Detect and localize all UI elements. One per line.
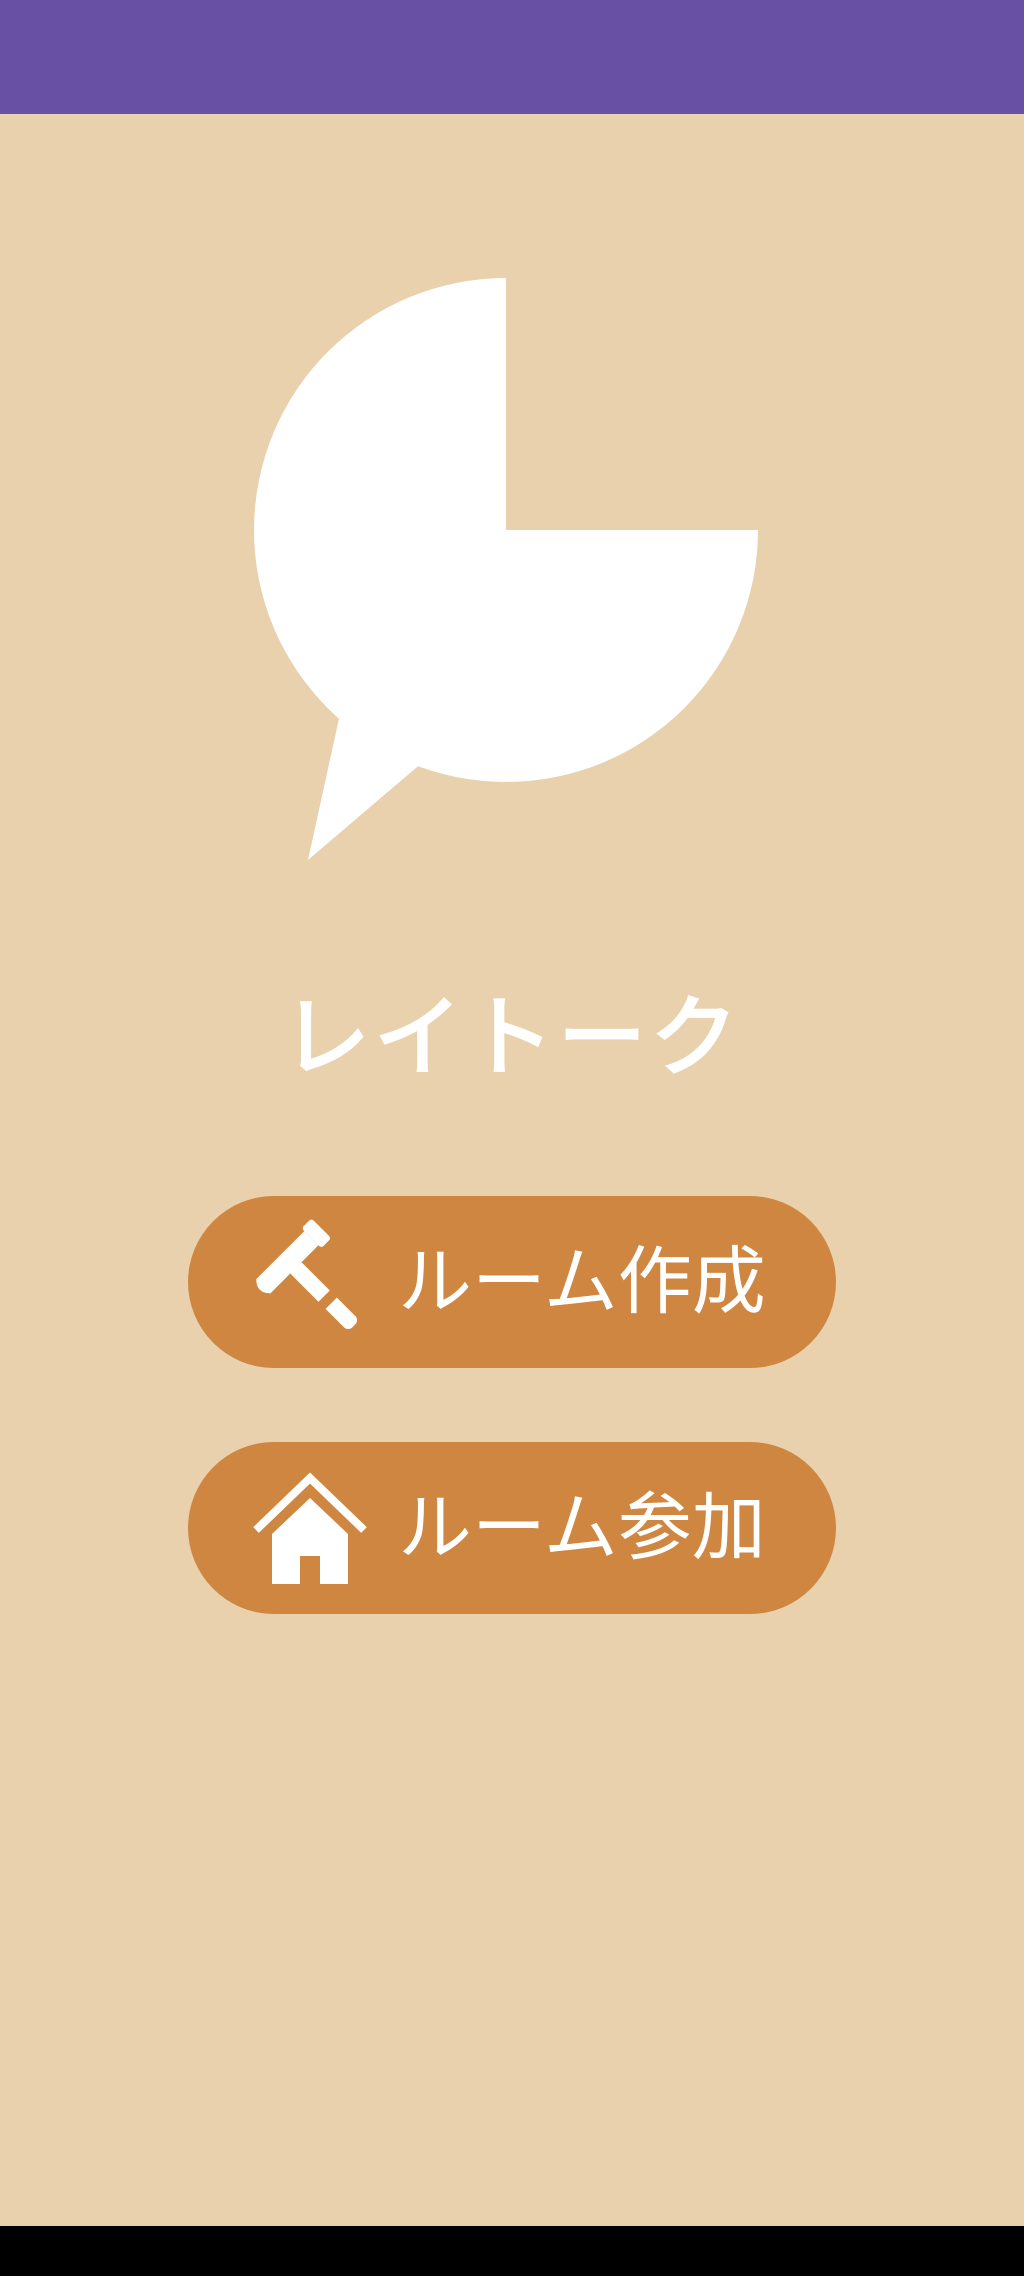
app-title: レイトーク bbox=[281, 986, 742, 1089]
app-logo bbox=[254, 278, 758, 860]
join-room-button[interactable]: ルーム参加 bbox=[188, 1442, 836, 1614]
create-room-label: ルーム作成 bbox=[398, 1239, 766, 1325]
status-bar bbox=[0, 0, 1024, 114]
hammer-icon bbox=[256, 1219, 358, 1330]
house-icon bbox=[253, 1472, 367, 1584]
main-screen: レイトーク ルーム作成 ルーム参加 bbox=[0, 114, 1024, 2226]
navigation-bar bbox=[0, 2226, 1024, 2276]
create-room-button[interactable]: ルーム作成 bbox=[188, 1196, 836, 1368]
join-room-label: ルーム参加 bbox=[398, 1485, 766, 1571]
speech-bubble-logo-icon bbox=[254, 278, 758, 860]
